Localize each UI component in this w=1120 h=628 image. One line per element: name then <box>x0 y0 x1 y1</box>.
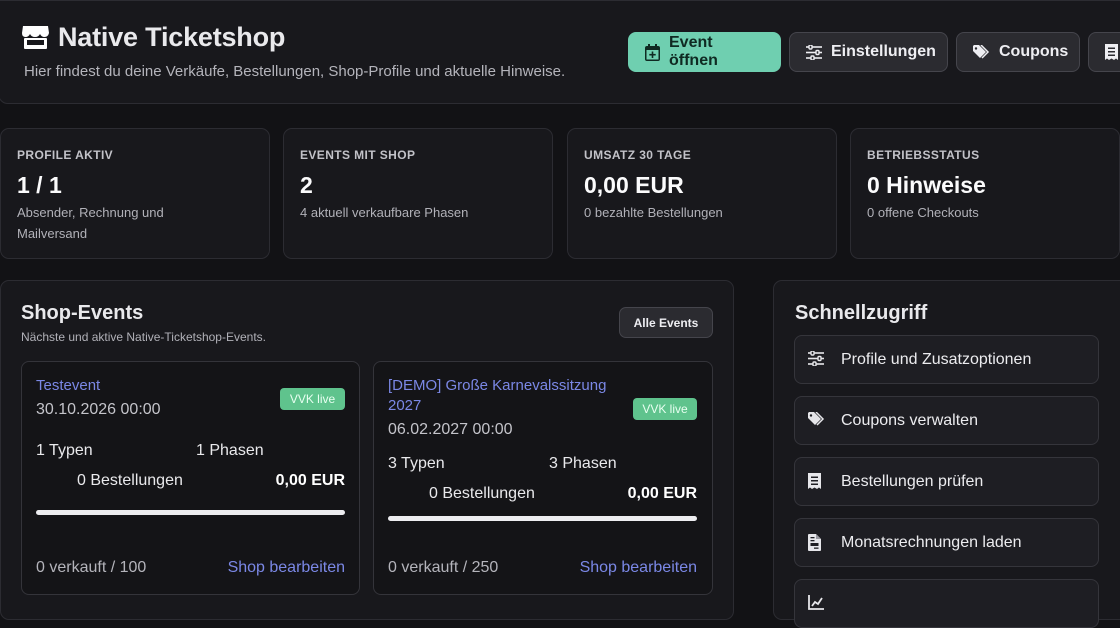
stat-note: Absender, Rechnung und Mailversand <box>17 205 164 241</box>
stat-value: 1 / 1 <box>17 172 62 198</box>
sliders-icon <box>806 44 822 60</box>
event-date: 06.02.2027 00:00 <box>388 421 513 438</box>
quick-access-panel <box>773 280 1120 620</box>
orders-button[interactable] <box>1088 32 1120 72</box>
stat-value: 0 Hinweise <box>867 172 986 198</box>
event-types: 1 Typen <box>36 442 93 459</box>
live-badge: VVK live <box>633 398 697 420</box>
quick-item-label: Coupons verwalten <box>841 412 978 429</box>
store-icon <box>22 26 49 49</box>
event-phases: 3 Phasen <box>549 455 617 472</box>
stat-value: 2 <box>300 172 313 198</box>
coupons-button[interactable]: Coupons <box>956 32 1080 72</box>
stat-label: BETRIEBSSTATUS <box>867 148 980 162</box>
page-title: Native Ticketshop <box>58 22 286 52</box>
file-invoice-icon <box>808 534 821 551</box>
stat-card-events: EVENTS MIT SHOP 2 4 aktuell verkaufbare … <box>283 128 553 259</box>
edit-shop-link[interactable]: Shop bearbeiten <box>557 559 697 577</box>
stat-note: 0 bezahlte Bestellungen <box>584 205 723 220</box>
event-name-link[interactable]: [DEMO] Große Karnevalssitzung 2027 <box>388 376 633 416</box>
quick-item-orders[interactable]: Bestellungen prüfen <box>794 457 1099 506</box>
stat-card-status: BETRIEBSSTATUS 0 Hinweise 0 offene Check… <box>850 128 1120 259</box>
live-badge: VVK live <box>280 388 345 410</box>
page-subtitle: Hier findest du deine Verkäufe, Bestellu… <box>24 63 566 80</box>
event-sold: 0 verkauft / 100 <box>36 559 147 576</box>
receipt-icon <box>808 473 821 489</box>
open-event-button[interactable]: Event öffnen <box>628 32 781 72</box>
quick-item-profiles[interactable]: Profile und Zusatzoptionen <box>794 335 1099 384</box>
shop-events-title: Shop-Events <box>21 302 144 324</box>
sales-progress-bar <box>36 510 345 515</box>
stat-card-revenue: UMSATZ 30 TAGE 0,00 EUR 0 bezahlte Beste… <box>567 128 837 259</box>
quick-item-invoices[interactable]: Monatsrechnungen laden <box>794 518 1099 567</box>
stat-note: 0 offene Checkouts <box>867 205 979 220</box>
event-phases: 1 Phasen <box>196 442 264 459</box>
stat-card-profiles: PROFILE AKTIV 1 / 1 Absender, Rechnung u… <box>0 128 270 259</box>
event-date: 30.10.2026 00:00 <box>36 401 161 418</box>
event-orders: 0 Bestellungen <box>77 472 183 489</box>
sliders-icon <box>808 351 824 366</box>
stat-note: 4 aktuell verkaufbare Phasen <box>300 205 469 220</box>
tags-icon <box>973 44 990 59</box>
shop-events-subtitle: Nächste und aktive Native-Ticketshop-Eve… <box>21 330 266 344</box>
quick-item-label: Bestellungen prüfen <box>841 473 984 490</box>
chart-icon <box>808 595 824 610</box>
event-types: 3 Typen <box>388 455 445 472</box>
event-name-link[interactable]: Testevent <box>36 376 100 396</box>
quick-item-label: Profile und Zusatzoptionen <box>841 351 1032 368</box>
event-sold: 0 verkauft / 250 <box>388 559 499 576</box>
event-amount: 0,00 EUR <box>275 472 345 489</box>
tags-icon <box>808 412 825 426</box>
edit-shop-link[interactable]: Shop bearbeiten <box>205 559 345 577</box>
sales-progress-bar <box>388 516 697 521</box>
event-orders: 0 Bestellungen <box>429 485 535 502</box>
stat-value: 0,00 EUR <box>584 172 684 198</box>
calendar-plus-icon <box>645 43 660 61</box>
quick-item-coupons[interactable]: Coupons verwalten <box>794 396 1099 445</box>
settings-button[interactable]: Einstellungen <box>789 32 948 72</box>
open-event-label: Event öffnen <box>669 34 718 69</box>
stat-label: EVENTS MIT SHOP <box>300 148 416 162</box>
stat-label: UMSATZ 30 TAGE <box>584 148 692 162</box>
quick-access-title: Schnellzugriff <box>795 302 928 324</box>
receipt-icon <box>1105 44 1118 60</box>
coupons-label: Coupons <box>999 43 1069 60</box>
stat-label: PROFILE AKTIV <box>17 148 114 162</box>
quick-item-label: Monatsrechnungen laden <box>841 534 1022 551</box>
event-amount: 0,00 EUR <box>627 485 697 502</box>
quick-item-statistics[interactable] <box>794 579 1099 628</box>
all-events-button[interactable]: Alle Events <box>619 307 713 338</box>
settings-label: Einstellungen <box>831 43 936 60</box>
